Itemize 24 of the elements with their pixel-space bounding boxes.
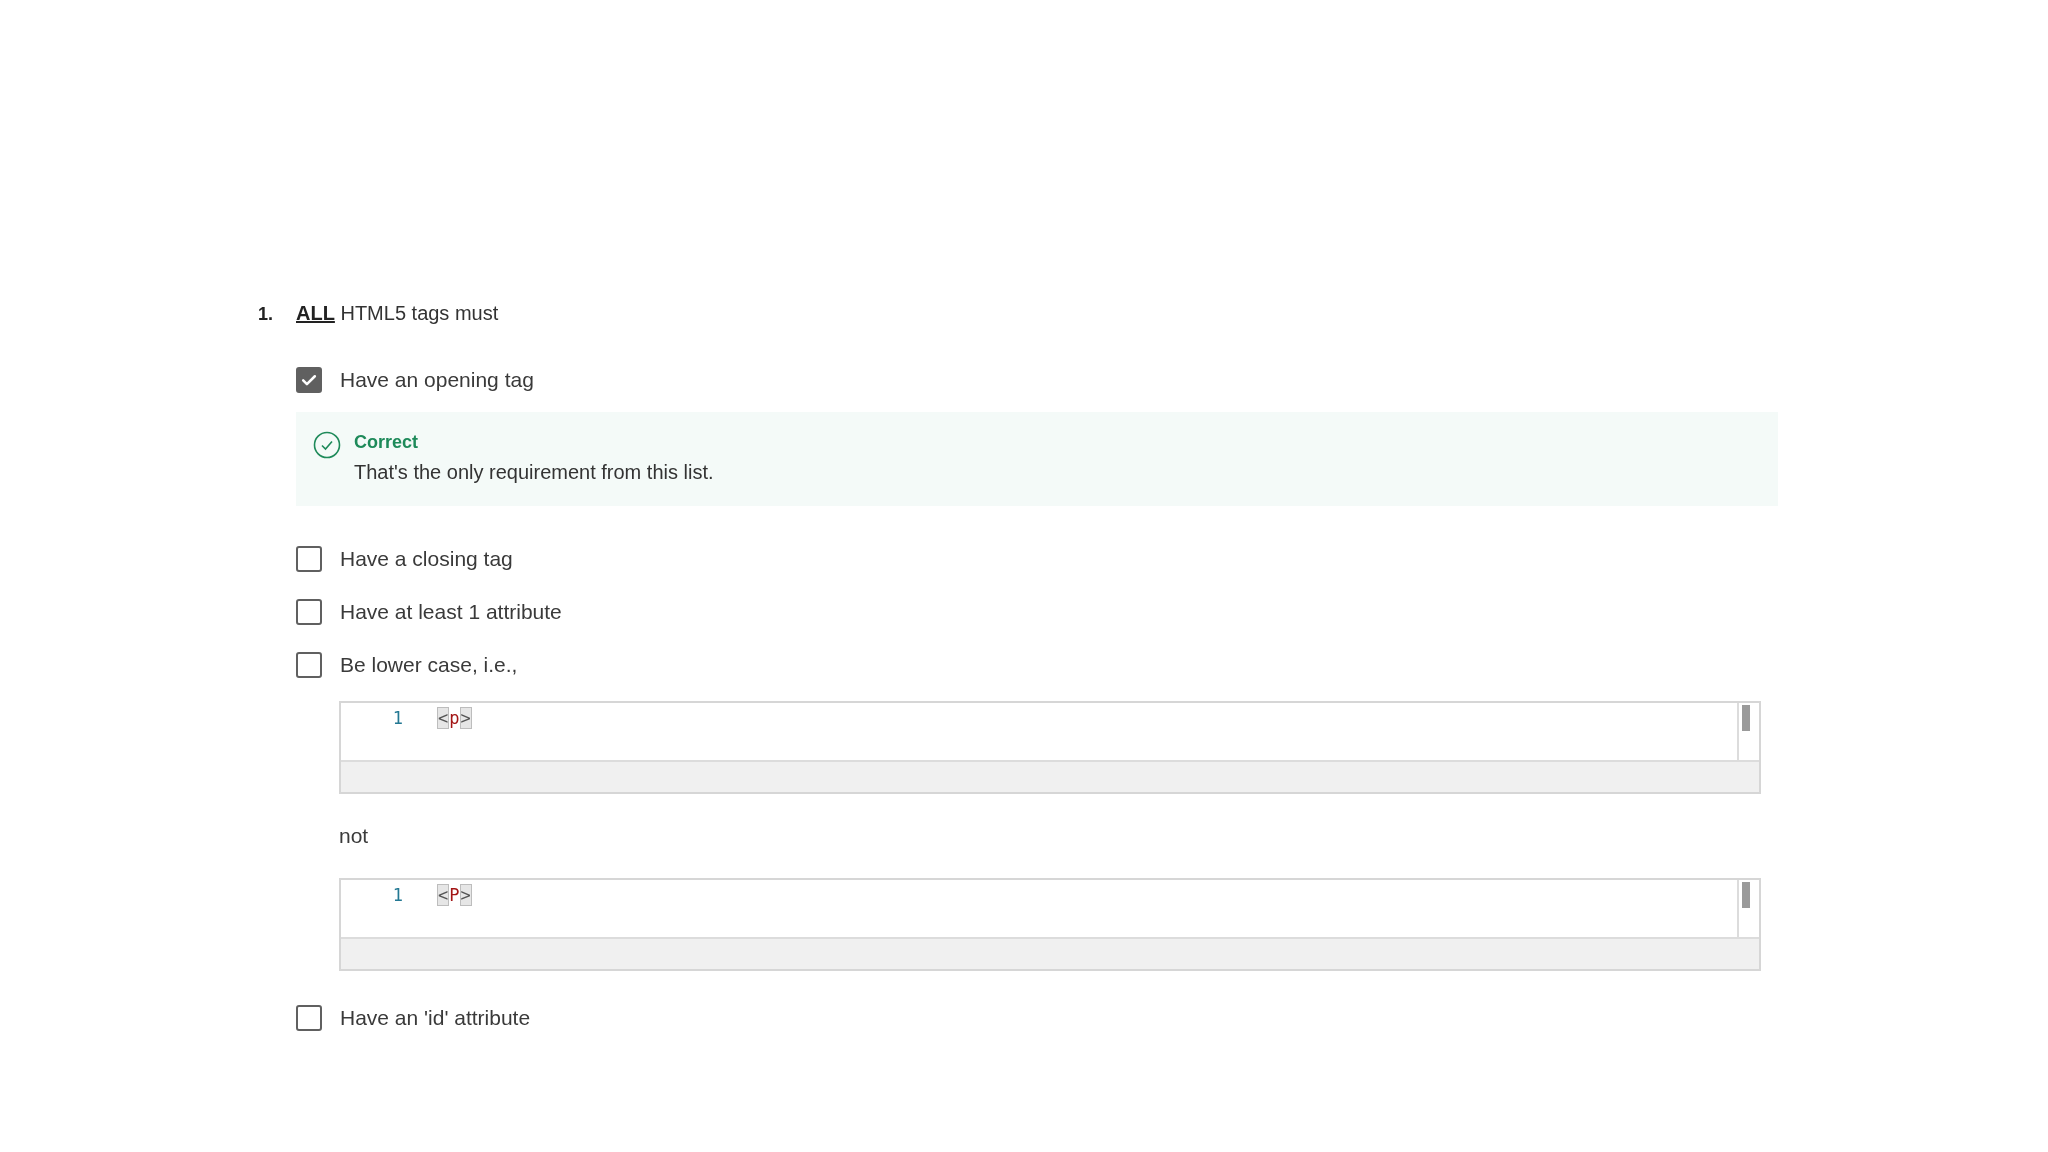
code-editor[interactable]: 1 <P> [339,878,1761,971]
option-label[interactable]: Be lower case, i.e., [340,652,518,677]
option-label[interactable]: Have an opening tag [340,367,534,392]
scrollbar-thumb[interactable] [1742,705,1750,731]
checkbox[interactable] [296,651,322,678]
option-label[interactable]: Have at least 1 attribute [340,599,562,624]
question-text: ALL HTML5 tags must [296,302,499,325]
question-number: 1. [258,304,274,325]
checkbox[interactable] [296,545,322,572]
option-label[interactable]: Have an 'id' attribute [340,1005,531,1030]
checkbox[interactable] [296,1004,322,1031]
detail-text: not [339,824,369,848]
option-label[interactable]: Have a closing tag [340,546,513,571]
feedback-title: Correct [354,432,420,453]
checkbox[interactable] [296,366,322,393]
checkbox[interactable] [296,598,322,625]
code-editor[interactable]: 1 <p> [339,701,1761,794]
scrollbar-thumb[interactable] [1742,882,1750,908]
code-line: <p> [437,708,472,728]
code-line: <P> [437,885,472,905]
check-circle-icon [313,431,341,459]
line-number: 1 [391,708,404,728]
line-number: 1 [391,885,404,905]
feedback-message: That's the only requirement from this list. [354,461,714,484]
